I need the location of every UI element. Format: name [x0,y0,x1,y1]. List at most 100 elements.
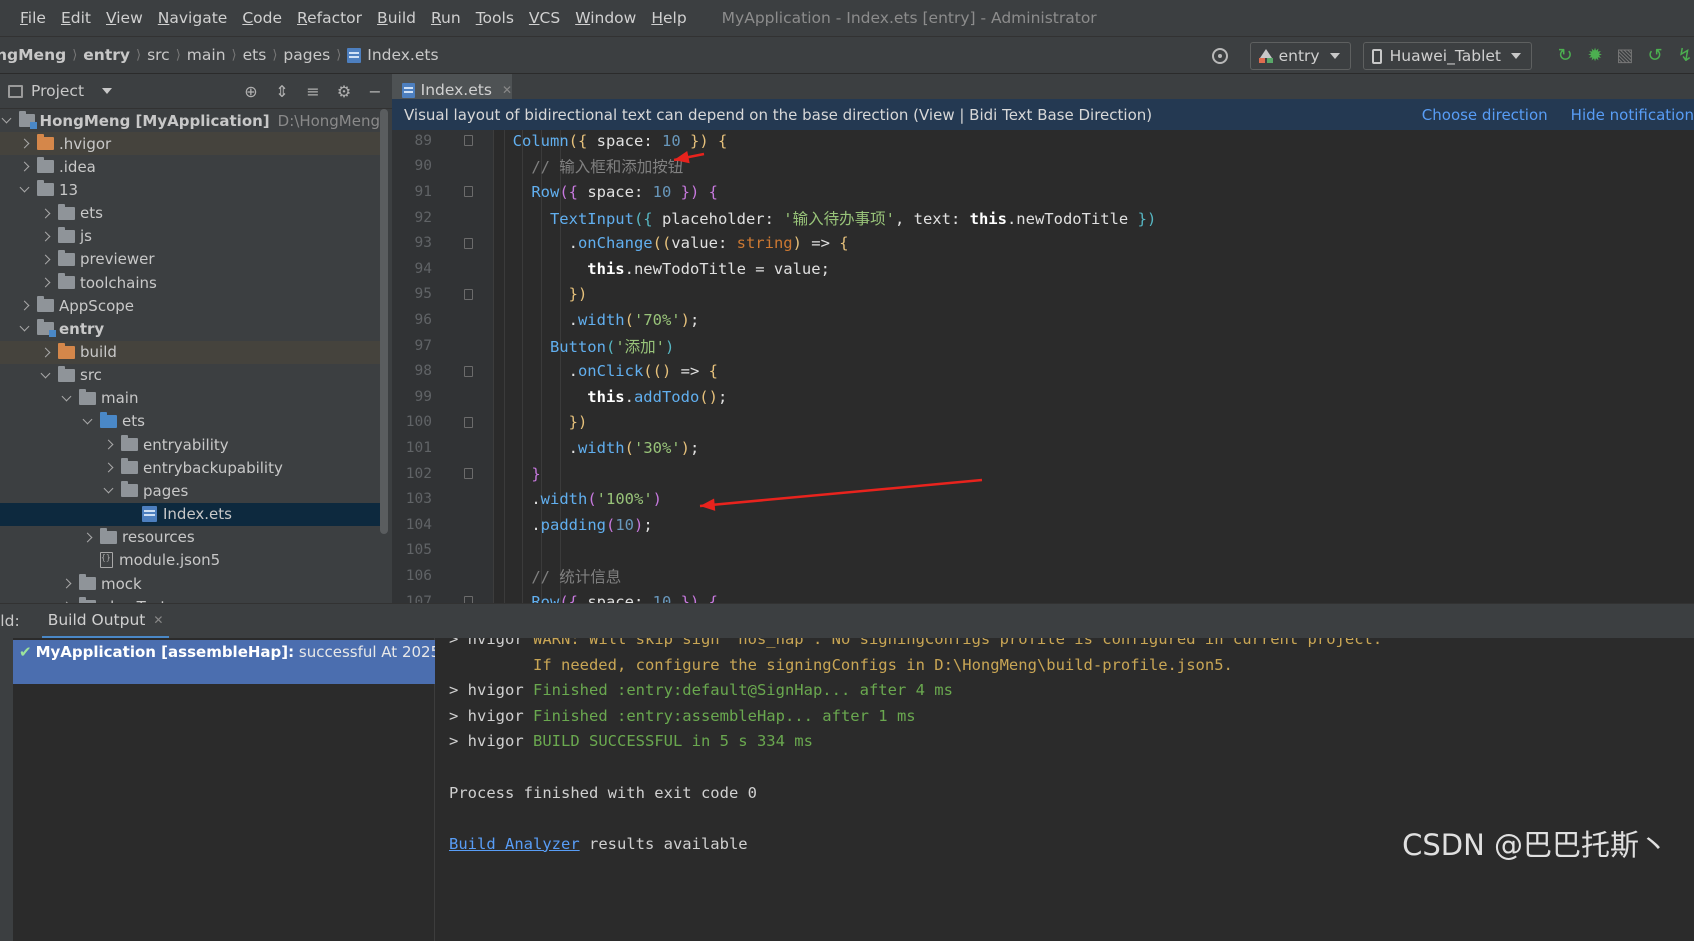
apply-code-changes-icon[interactable]: ↯ [1676,47,1694,65]
console-prefix: > hvigor [449,706,533,725]
tree-item-label: ets [122,412,145,431]
tree-item[interactable]: entrybackupability [0,456,380,479]
tree-item[interactable]: entryability [0,433,380,456]
chevron-right-icon[interactable] [101,438,115,452]
attach-debugger-icon[interactable]: ▧ [1616,47,1634,65]
tree-item[interactable]: main [0,387,380,410]
chevron-right-icon[interactable] [38,206,52,220]
breadcrumb-item[interactable]: ets [243,46,267,64]
locate-icon[interactable] [1211,48,1228,64]
tree-item[interactable]: 13 [0,178,380,201]
close-icon[interactable]: ✕ [502,83,512,97]
code-editor[interactable]: 89 Column({ space: 10 }) {90// 输入框和添加按钮 91… [392,130,1694,603]
chevron-right-icon[interactable] [38,345,52,359]
chevron-right-icon[interactable] [38,276,52,290]
breadcrumb-item[interactable]: src [147,46,170,64]
menu-edit[interactable]: Edit [61,9,91,27]
tree-item[interactable]: ohosTest [0,595,380,603]
tree-item[interactable]: HongMeng [MyApplication] D:\HongMeng [0,109,380,132]
chevron-right-icon[interactable] [38,252,52,266]
tree-item[interactable]: resources [0,526,380,549]
select-opened-file-icon[interactable]: ⊕ [242,82,260,101]
chevron-right-icon[interactable] [17,160,31,174]
project-tree-scrollbar[interactable] [380,109,388,534]
menu-help[interactable]: Help [651,9,686,27]
chevron-right-icon[interactable] [17,299,31,313]
build-result-item[interactable]: ✔ MyApplication [assembleHap]: successful… [13,640,435,684]
chevron-down-icon[interactable] [59,391,73,405]
choose-direction-link[interactable]: Choose direction [1422,106,1548,124]
chevron-down-icon[interactable] [80,414,94,428]
menu-navigate[interactable]: Navigate [158,9,228,27]
tree-item[interactable]: toolchains [0,271,380,294]
console-line: If needed, configure the signingConfigs … [449,656,1233,674]
menu-vcs[interactable]: VCS [529,9,560,27]
ets-file-icon [347,47,362,63]
menu-view[interactable]: View [106,9,143,27]
tree-item[interactable]: .hvigor [0,132,380,156]
tree-item[interactable]: pages [0,479,380,502]
ets-file-icon [142,506,157,523]
chevron-right-icon[interactable] [38,229,52,243]
hide-notification-link[interactable]: Hide notification [1571,106,1694,124]
expand-all-icon[interactable]: ⇕ [273,82,291,101]
console-text: Process finished with exit code 0 [449,783,757,802]
tab-build-output[interactable]: Build Output ✕ [41,604,170,639]
menu-window[interactable]: Window [575,9,636,27]
tree-item[interactable]: Index.ets [0,502,380,526]
breadcrumb-item[interactable]: main [187,46,226,64]
chevron-right-icon[interactable] [80,530,94,544]
chevron-right-icon[interactable] [101,461,115,475]
tree-item[interactable]: module.json5 [0,549,380,572]
tree-item[interactable]: build [0,340,380,364]
folder-icon [58,365,75,382]
breadcrumb-item[interactable]: ngMeng [0,46,66,64]
menu-tools[interactable]: Tools [476,9,514,27]
project-view-selector[interactable]: Project [31,82,84,100]
menu-run[interactable]: Run [431,9,461,27]
menu-build[interactable]: Build [377,9,416,27]
tree-item-label: js [80,227,92,246]
console-line: > hvigor WARN: Will skip sign 'hos_hap'.… [449,638,1382,648]
chevron-down-icon[interactable] [38,368,52,382]
tree-item[interactable]: previewer [0,248,380,271]
hide-panel-icon[interactable]: − [366,82,384,101]
debug-icon[interactable]: ✹ [1586,47,1604,65]
tree-item[interactable]: js [0,225,380,248]
collapse-all-icon[interactable]: ≡ [304,82,322,101]
menu-file[interactable]: File [20,9,46,27]
chevron-down-icon[interactable] [101,484,115,498]
breadcrumb-item[interactable]: Index.ets [367,46,438,64]
device-selector[interactable]: Huawei_Tablet [1362,42,1532,70]
tree-item[interactable]: entry [0,317,380,340]
tree-item[interactable]: ets [0,202,380,225]
tree-item[interactable]: ets [0,410,380,433]
chevron-right-icon[interactable] [59,577,73,591]
tree-item-label: .idea [59,157,96,176]
close-icon[interactable]: ✕ [153,613,163,627]
build-console[interactable]: > hvigor WARN: Will skip sign 'hos_hap'.… [436,638,1694,941]
chevron-down-icon[interactable] [0,114,13,128]
breadcrumb-separator-icon: ⟩ [136,47,142,63]
console-line: > hvigor BUILD SUCCESSFUL in 5 s 334 ms [449,732,813,750]
build-toolbar-strip [0,638,13,941]
console-line: Process finished with exit code 0 [449,784,757,802]
chevron-down-icon[interactable] [17,183,31,197]
gear-icon[interactable]: ⚙ [335,82,353,101]
tree-item[interactable]: src [0,364,380,387]
build-analyzer-link[interactable]: Build Analyzer [449,835,580,853]
tree-item[interactable]: mock [0,572,380,595]
module-selector[interactable]: entry [1249,42,1351,70]
tree-item[interactable]: .idea [0,155,380,178]
folder-icon [37,180,54,197]
rerun-icon[interactable]: ↻ [1556,47,1574,65]
chevron-down-icon[interactable] [102,88,113,94]
breadcrumb-item[interactable]: pages [283,46,330,64]
chevron-right-icon[interactable] [17,137,31,151]
menu-refactor[interactable]: Refactor [297,9,362,27]
apply-changes-icon[interactable]: ↺ [1646,47,1664,65]
tree-item[interactable]: AppScope [0,294,380,317]
menu-code[interactable]: Code [242,9,282,27]
chevron-down-icon[interactable] [17,322,31,336]
breadcrumb-item[interactable]: entry [83,46,130,64]
